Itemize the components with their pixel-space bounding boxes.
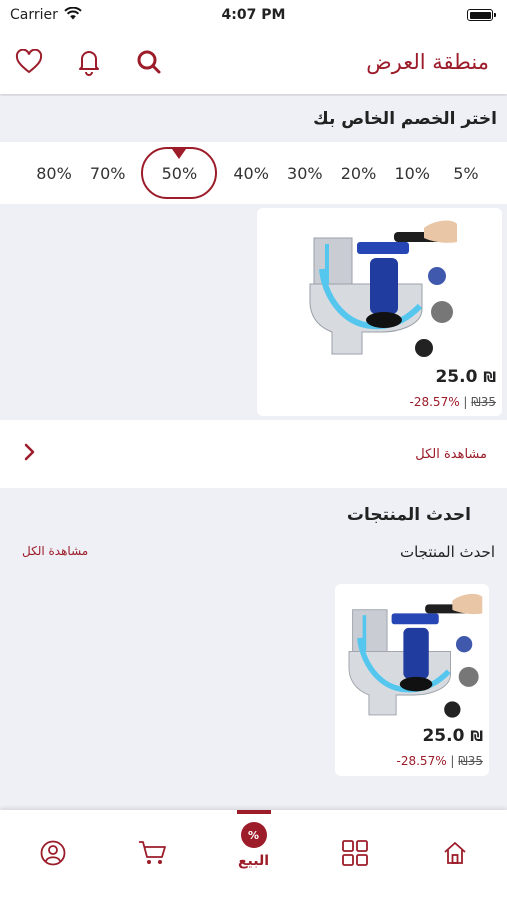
tab-cart[interactable] (102, 810, 203, 900)
old-price: ₪35 (458, 754, 483, 768)
bottom-tab-bar: % البيع (0, 810, 507, 900)
tab-sale-label: البيع (237, 853, 270, 869)
tab-profile[interactable] (2, 810, 103, 900)
discount-options: 80% 70% 50% 40% 30% 20% 10% 5% (0, 142, 507, 204)
product-price-meta: ₪35 | 28.57%- (410, 395, 497, 409)
categories-icon (341, 840, 368, 870)
tab-sale[interactable]: % البيع (203, 810, 304, 900)
app-header: منطقة العرض (0, 30, 507, 94)
latest-see-all-link[interactable]: مشاهدة الكل (22, 544, 88, 558)
currency-symbol: ₪ (470, 729, 483, 745)
latest-section-subtitle: احدث المنتجات (399, 543, 495, 561)
discount-chip-50-selected[interactable]: 50% (141, 147, 218, 199)
carrier-label: Carrier (10, 7, 58, 23)
heart-icon[interactable] (14, 47, 44, 77)
tab-categories[interactable] (304, 810, 405, 900)
latest-product-card[interactable]: ₪ 25.0 ₪35 | 28.57%- (335, 584, 489, 776)
search-icon[interactable] (134, 47, 164, 77)
see-all-link[interactable]: مشاهدة الكل (415, 447, 487, 462)
drain-plunger-image (339, 588, 485, 724)
profile-icon (40, 840, 66, 870)
price-separator: | (459, 395, 468, 409)
bell-icon[interactable] (74, 47, 104, 77)
old-price: ₪35 (471, 395, 496, 409)
product-price: ₪ 25.0 (422, 726, 483, 746)
discount-title-row: اختر الخصم الخاص بك (0, 96, 507, 142)
discount-chip-40[interactable]: 40% (231, 164, 271, 183)
status-bar: Carrier 4:07 PM (0, 0, 507, 30)
active-tab-indicator (236, 810, 271, 814)
price-value: 25.0 (422, 726, 465, 746)
chevron-right-icon[interactable] (24, 443, 36, 465)
see-all-row[interactable]: مشاهدة الكل (0, 420, 507, 488)
discount-chip-70[interactable]: 70% (88, 164, 128, 183)
home-icon (442, 840, 468, 870)
product-price: ₪ 25.0 (435, 367, 496, 387)
discount-chip-30[interactable]: 30% (285, 164, 325, 183)
old-price-currency: ₪ (458, 754, 468, 768)
discount-chip-10[interactable]: 10% (392, 164, 432, 183)
header-icons (14, 47, 164, 77)
old-price-value: 35 (467, 754, 483, 768)
discount-chip-5[interactable]: 5% (446, 164, 486, 183)
page-title: منطقة العرض (366, 50, 489, 74)
price-separator: | (446, 754, 455, 768)
latest-section-title: احدث المنتجات (346, 505, 471, 525)
sale-icon: % (240, 822, 267, 848)
discount-chip-20[interactable]: 20% (339, 164, 379, 183)
price-value: 25.0 (435, 367, 478, 387)
discount-text: 28.57%- (396, 754, 447, 768)
status-left: Carrier (10, 6, 82, 24)
wifi-icon (64, 6, 82, 24)
offer-product-card[interactable]: ₪ 25.0 ₪35 | 28.57%- (257, 208, 502, 416)
discount-chip-label: 50% (161, 163, 198, 183)
old-price-value: 35 (480, 395, 496, 409)
cart-icon (138, 840, 168, 870)
currency-symbol: ₪ (483, 370, 496, 386)
discount-text: 28.57%- (409, 395, 460, 409)
discount-chip-80[interactable]: 80% (34, 164, 74, 183)
old-price-currency: ₪ (471, 395, 481, 409)
drain-plunger-image (302, 214, 457, 364)
tab-home[interactable] (404, 810, 505, 900)
product-price-meta: ₪35 | 28.57%- (397, 754, 484, 768)
battery-icon (467, 9, 496, 21)
discount-title: اختر الخصم الخاص بك (313, 109, 497, 129)
